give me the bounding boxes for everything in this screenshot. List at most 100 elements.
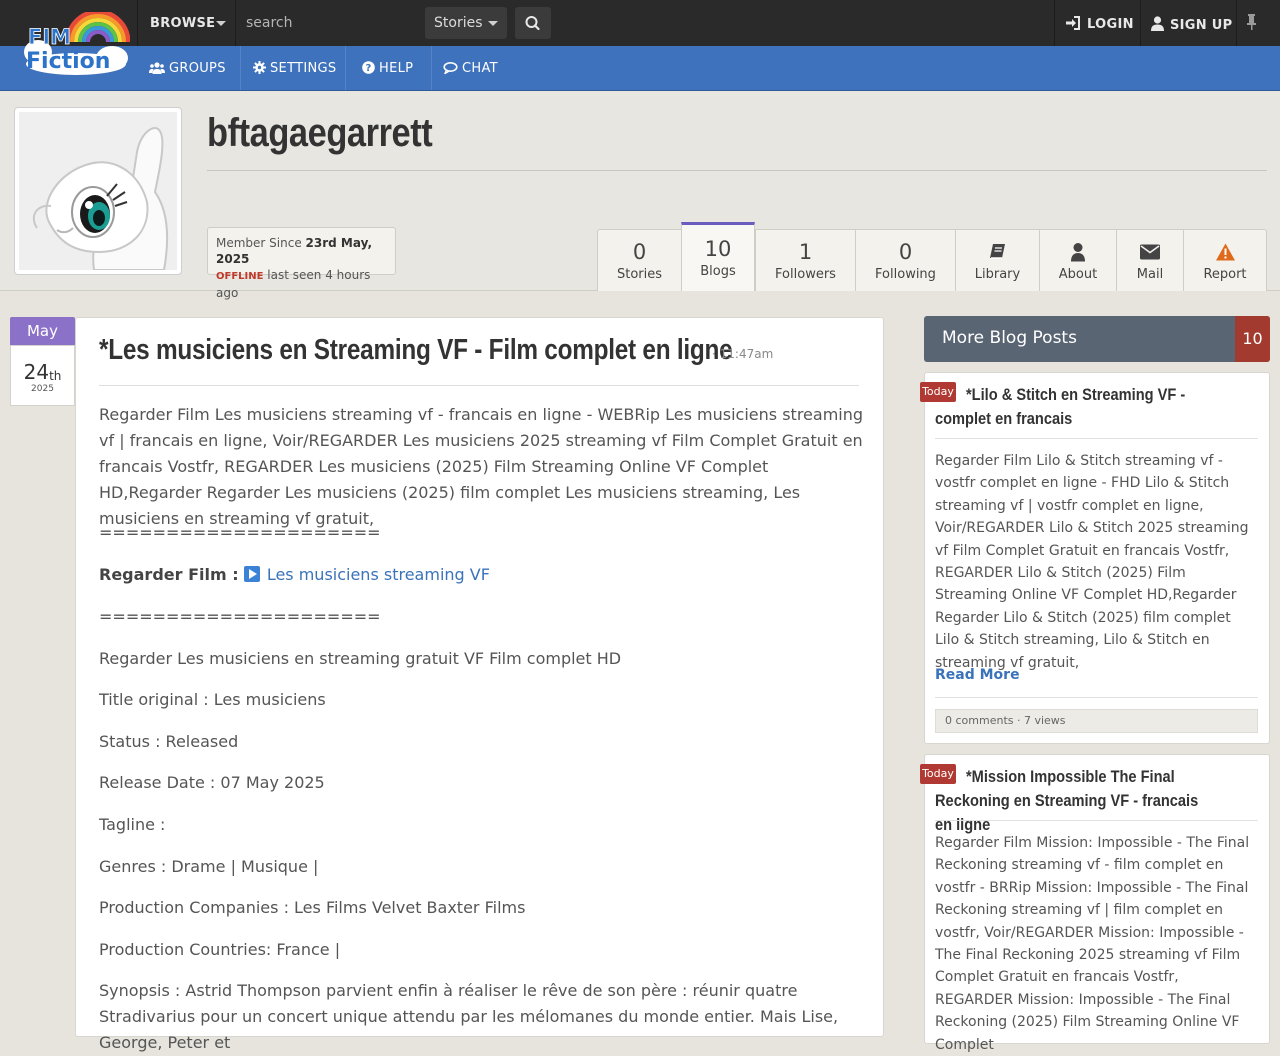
tab-report-label: Report bbox=[1203, 267, 1247, 282]
logo-text-fim: FIM bbox=[28, 25, 71, 49]
chevron-down-icon bbox=[488, 21, 498, 26]
tab-following[interactable]: 0 Following bbox=[855, 229, 956, 291]
nav-item-groups[interactable]: GROUPS bbox=[137, 46, 241, 90]
tab-following-count: 0 bbox=[898, 240, 913, 264]
browse-label: BROWSE bbox=[150, 16, 216, 31]
post-watch-link-text: Les musiciens streaming VF bbox=[266, 565, 490, 584]
pin-button[interactable] bbox=[1236, 0, 1280, 46]
default-pony-avatar-icon bbox=[19, 112, 177, 271]
nav-label-chat: CHAT bbox=[462, 61, 498, 76]
post-date-box: 24th 2025 bbox=[10, 345, 75, 406]
pin-icon bbox=[1247, 14, 1256, 30]
user-icon bbox=[1151, 16, 1164, 31]
post-time: · 11:47am bbox=[712, 347, 774, 361]
search-button[interactable] bbox=[515, 7, 551, 39]
post-date-day-suffix: th bbox=[49, 369, 62, 383]
tab-followers-label: Followers bbox=[775, 267, 836, 282]
search-input[interactable] bbox=[236, 0, 424, 46]
card-divider bbox=[935, 438, 1258, 439]
sidebar-blog-title[interactable]: *Lilo & Stitch en Streaming VF - complet… bbox=[935, 383, 1219, 431]
main-nav: GROUPS SETTINGS ? HELP CHAT bbox=[0, 46, 1280, 91]
status-row: OFFLINE last seen 4 hours ago bbox=[216, 267, 395, 301]
post-line: Regarder Les musiciens en streaming grat… bbox=[99, 649, 622, 668]
status-badge: OFFLINE bbox=[216, 271, 264, 282]
tab-following-label: Following bbox=[875, 267, 936, 282]
signup-label: SIGN UP bbox=[1170, 18, 1233, 33]
site-logo[interactable]: FIM Fiction bbox=[22, 9, 131, 78]
nav-label-help: HELP bbox=[379, 61, 414, 76]
tab-report[interactable]: Report bbox=[1183, 229, 1267, 291]
more-blog-posts-title: More Blog Posts bbox=[942, 328, 1077, 348]
login-label: LOGIN bbox=[1087, 17, 1134, 32]
tab-followers-count: 1 bbox=[798, 240, 813, 264]
nav-item-help[interactable]: ? HELP bbox=[350, 46, 432, 90]
book-icon bbox=[989, 244, 1005, 259]
chevron-down-icon bbox=[216, 21, 226, 26]
post-intro-paragraph: Regarder Film Les musiciens streaming vf… bbox=[99, 405, 864, 528]
play-icon bbox=[243, 566, 260, 582]
chat-icon bbox=[443, 62, 458, 76]
post-line: Genres : Drame | Musique | bbox=[99, 857, 319, 876]
read-more-link[interactable]: Read More bbox=[935, 667, 1020, 683]
tab-stories-label: Stories bbox=[616, 267, 663, 282]
tab-about[interactable]: About bbox=[1039, 229, 1117, 291]
post-watch-link[interactable]: Les musiciens streaming VF bbox=[243, 565, 490, 584]
logo-text-fiction: Fiction bbox=[26, 49, 110, 74]
post-date-year: 2025 bbox=[31, 384, 54, 394]
envelope-icon bbox=[1140, 244, 1160, 260]
member-info-box: Member Since 23rd May, 2025 OFFLINE last… bbox=[207, 227, 396, 300]
browse-menu-button[interactable]: BROWSE bbox=[138, 0, 236, 46]
signup-button[interactable]: SIGN UP bbox=[1140, 0, 1236, 46]
sidebar-blog-title-text: *Lilo & Stitch en Streaming VF - complet… bbox=[935, 385, 1186, 428]
post-watch-row: Regarder Film : Les musiciens streaming … bbox=[99, 562, 864, 588]
tab-stories[interactable]: 0 Stories bbox=[597, 229, 682, 291]
login-button[interactable]: LOGIN bbox=[1054, 0, 1140, 46]
tab-followers[interactable]: 1 Followers bbox=[755, 229, 856, 291]
nav-label-settings: SETTINGS bbox=[270, 61, 337, 76]
post-line: Production Companies : Les Films Velvet … bbox=[99, 898, 526, 917]
post-watch-label: Regarder Film : bbox=[99, 565, 239, 584]
sidebar-blog-title-text: *Mission Impossible The Final Reckoning … bbox=[935, 767, 1199, 834]
more-blog-posts-header: More Blog Posts bbox=[924, 316, 1270, 362]
post-synopsis: Synopsis : Astrid Thompson parvient enfi… bbox=[99, 981, 839, 1052]
sign-in-icon bbox=[1066, 16, 1080, 30]
warning-icon bbox=[1215, 243, 1235, 261]
tab-mail-label: Mail bbox=[1136, 267, 1164, 282]
tab-library[interactable]: Library bbox=[955, 229, 1040, 291]
post-line: Status : Released bbox=[99, 732, 239, 751]
post-title-divider bbox=[99, 385, 859, 386]
card-stats: 0 comments · 7 views bbox=[935, 709, 1258, 733]
nav-item-chat[interactable]: CHAT bbox=[431, 46, 511, 90]
tab-blogs[interactable]: 10 Blogs bbox=[681, 222, 755, 291]
svg-text:?: ? bbox=[365, 63, 371, 74]
top-bar: BROWSE Stories LOGIN SIGN UP bbox=[0, 0, 1280, 46]
search-scope-select[interactable]: Stories bbox=[425, 7, 507, 39]
card-divider bbox=[935, 697, 1258, 698]
post-date-month: May bbox=[10, 317, 75, 345]
avatar[interactable] bbox=[14, 107, 182, 275]
member-since-row: Member Since 23rd May, 2025 bbox=[216, 235, 395, 267]
post-line: Title original : Les musiciens bbox=[99, 690, 326, 709]
post-separator: ===================== bbox=[99, 523, 381, 542]
gear-icon bbox=[253, 61, 266, 74]
sidebar-blog-excerpt: Regarder Film Lilo & Stitch streaming vf… bbox=[935, 453, 1249, 671]
post-title[interactable]: *Les musiciens en Streaming VF - Film co… bbox=[99, 334, 733, 367]
users-icon bbox=[149, 62, 165, 74]
search-icon bbox=[525, 16, 540, 31]
tab-blogs-label: Blogs bbox=[700, 264, 736, 279]
nav-label-groups: GROUPS bbox=[169, 61, 226, 76]
tab-about-label: About bbox=[1058, 267, 1098, 282]
search-scope-label: Stories bbox=[434, 15, 483, 31]
card-divider bbox=[935, 820, 1258, 821]
post-line: Tagline : bbox=[99, 815, 166, 834]
sidebar-blog-excerpt: Regarder Film Mission: Impossible - The … bbox=[935, 835, 1250, 1053]
post-separator: ===================== bbox=[99, 607, 381, 626]
nav-item-settings[interactable]: SETTINGS bbox=[241, 46, 346, 90]
blog-posts-count-badge: 10 bbox=[1235, 316, 1270, 362]
fimfiction-logo: FIM Fiction bbox=[24, 9, 131, 75]
tab-blogs-count: 10 bbox=[704, 237, 732, 261]
username: bftagaegarrett bbox=[207, 111, 433, 155]
tab-mail[interactable]: Mail bbox=[1116, 229, 1184, 291]
username-divider bbox=[207, 170, 1267, 171]
sidebar-blog-title[interactable]: *Mission Impossible The Final Reckoning … bbox=[935, 765, 1219, 837]
